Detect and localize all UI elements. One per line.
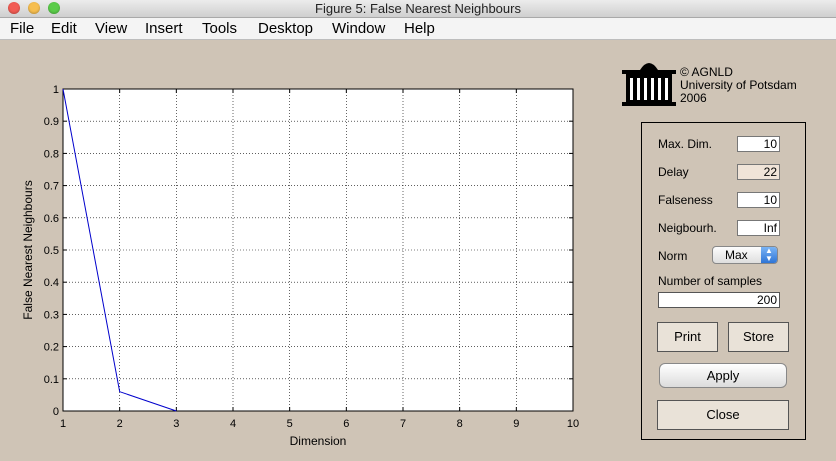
norm-value: Max	[725, 248, 748, 262]
neighbourhood-label: Neigbourh.	[658, 221, 717, 235]
y-tick-label: 0.3	[44, 309, 59, 321]
delay-label: Delay	[658, 165, 689, 179]
y-tick-label: 0.8	[44, 148, 59, 160]
y-tick-label: 0.2	[44, 342, 59, 354]
x-tick-label: 6	[343, 418, 349, 430]
samples-input[interactable]: 200	[658, 292, 780, 308]
y-axis-label: False Nearest Neighbours	[21, 180, 35, 319]
print-button[interactable]: Print	[657, 322, 718, 352]
x-tick-label: 7	[400, 418, 406, 430]
copyright-text: © AGNLD University of Potsdam 2006	[680, 66, 797, 105]
y-tick-label: 0.4	[44, 277, 59, 289]
x-tick-label: 8	[457, 418, 463, 430]
university-building-icon	[622, 63, 676, 106]
y-tick-label: 0.7	[44, 181, 59, 193]
x-tick-label: 10	[567, 418, 579, 430]
max-dim-input[interactable]: 10	[737, 136, 780, 152]
y-tick-label: 0.9	[44, 116, 59, 128]
updown-arrows-icon: ▲ ▼	[761, 247, 777, 263]
neighbourhood-input[interactable]: Inf	[737, 220, 780, 236]
falseness-label: Falseness	[658, 193, 713, 207]
y-tick-label: 1	[53, 84, 59, 96]
y-tick-label: 0.5	[44, 245, 59, 257]
samples-label: Number of samples	[658, 274, 763, 288]
x-tick-label: 3	[173, 418, 179, 430]
max-dim-label: Max. Dim.	[658, 137, 712, 151]
close-button[interactable]: Close	[657, 400, 789, 430]
apply-button[interactable]: Apply	[659, 363, 787, 388]
x-axis-label: Dimension	[290, 434, 347, 448]
x-tick-label: 4	[230, 418, 236, 430]
norm-select[interactable]: Max ▲ ▼	[712, 246, 778, 264]
y-tick-label: 0	[53, 406, 59, 418]
x-tick-label: 9	[513, 418, 519, 430]
x-tick-label: 2	[117, 418, 123, 430]
store-button[interactable]: Store	[728, 322, 789, 352]
year-line: 2006	[680, 91, 707, 105]
x-tick-label: 5	[287, 418, 293, 430]
y-tick-label: 0.6	[44, 213, 59, 225]
y-tick-label: 0.1	[44, 374, 59, 386]
delay-input[interactable]: 22	[737, 164, 780, 180]
norm-label: Norm	[658, 249, 688, 263]
x-tick-label: 1	[60, 418, 66, 430]
falseness-input[interactable]: 10	[737, 192, 780, 208]
